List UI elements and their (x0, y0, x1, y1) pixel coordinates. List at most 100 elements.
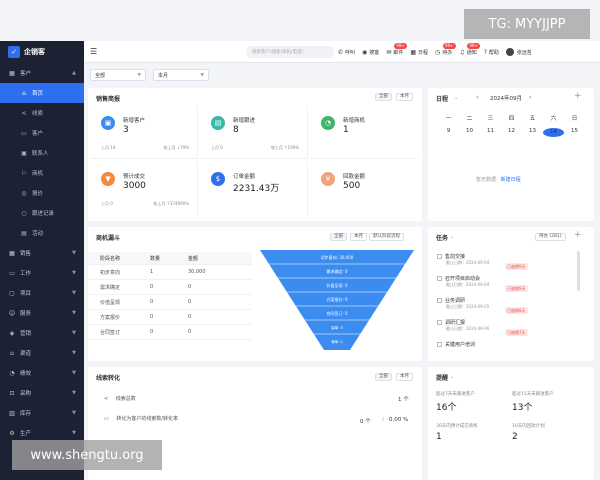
stage-name: 初步意向 (100, 269, 121, 276)
leads-row-label: 线索总数 (115, 396, 136, 402)
period-select[interactable]: 本月 ▼ (153, 69, 209, 81)
todo-button[interactable]: ◷ 待办 99+ (435, 42, 456, 56)
sidebar-item-contacts[interactable]: ▣ 联系人 (0, 143, 84, 163)
sidebar-group-channel[interactable]: ⌂ 渠道 ▼ (0, 343, 84, 363)
filter-month-pill[interactable]: 本月 (350, 233, 367, 241)
filter-month-pill[interactable]: 本月 (396, 373, 413, 381)
sidebar-item-quotes[interactable]: ◎ 报价 (0, 183, 84, 203)
task-item[interactable]: 业务调研 截止日期：2024-09-05 (437, 297, 489, 310)
chevron-down-icon[interactable]: ⌄ (450, 234, 454, 240)
funnel-band-label: 方案报价: 0 (326, 296, 348, 302)
brand[interactable]: ✓ 企销客 (0, 41, 84, 63)
sidebar-item-followups[interactable]: ○ 跟进记录 (0, 203, 84, 223)
sidebar-item-leads[interactable]: < 线索 (0, 103, 84, 123)
filter-month-pill[interactable]: 本月 (396, 93, 413, 101)
task-item[interactable]: 售前交接 截止日期：2024-09-04 (437, 253, 489, 266)
global-search-input[interactable]: 搜索客户/线索/商机/电话/... (246, 46, 334, 58)
kpi-new-followups[interactable]: ▤ 新增跟进 8 上月 0 较上月 ↑100% (201, 106, 308, 159)
chevron-down-icon[interactable]: ⌄ (450, 374, 454, 380)
notification-button[interactable]: ♫ 通知 99+ (459, 42, 480, 56)
help-button[interactable]: ? 帮助 (484, 49, 499, 56)
sidebar-group-work[interactable]: ▭ 工作 ▼ (0, 263, 84, 283)
sidebar-group-service[interactable]: ☺ 服务 ▼ (0, 303, 84, 323)
call-button[interactable]: ✆ 呼叫 (338, 49, 355, 56)
calendar-month: 2024年09月 (490, 96, 522, 102)
calendar-button[interactable]: ▦ 日程 (410, 49, 428, 56)
kpi-value: 2231.43万 (233, 184, 280, 194)
calendar-day[interactable]: 11 (480, 128, 501, 137)
sidebar-group-label: 库存 (20, 411, 32, 417)
sidebar-group-stock[interactable]: ▥ 库存 ▼ (0, 403, 84, 423)
sidebar-item-opportunities[interactable]: ⚐ 商机 (0, 163, 84, 183)
reminder-item[interactable]: 10天内回款计划 2 (512, 423, 545, 442)
task-scrollbar[interactable] (577, 251, 580, 291)
chevron-down-icon[interactable]: ⌄ (454, 95, 458, 101)
filter-all-pill[interactable]: 全部 (375, 373, 392, 381)
kpi-new-customers[interactable]: ▣ 新增客户 3 上月 14 较上月 ↓79% (91, 106, 198, 159)
phone-icon: ✆ (338, 48, 344, 56)
filter-all-pill[interactable]: 全部 (375, 93, 392, 101)
calendar-day[interactable]: 12 (501, 128, 522, 137)
calendar-day[interactable]: 15 (564, 128, 585, 137)
watermark-text: TG: MYYJJPP (488, 16, 566, 32)
user-menu[interactable]: 张远哲 (505, 48, 532, 56)
mail-button[interactable]: ✉ 邮件 99+ (386, 42, 407, 56)
sidebar-group-purchase[interactable]: ⊡ 采购 ▼ (0, 383, 84, 403)
task-filter-select[interactable]: 待办 (281) (535, 233, 566, 241)
chevron-up-icon: ▲ (72, 70, 76, 76)
overdue-badge: 已逾期7天 (505, 329, 528, 336)
sidebar-group-project[interactable]: ▢ 项目 ▼ (0, 283, 84, 303)
sidebar-group-sales[interactable]: ▦ 销售 ▼ (0, 243, 84, 263)
search-customer-button[interactable]: ◉ 搜客 (362, 49, 379, 56)
calendar-day[interactable]: 9 (438, 128, 459, 137)
new-schedule-link[interactable]: 新建日程 (501, 177, 521, 183)
calendar-day-today[interactable]: 14 (543, 128, 564, 137)
kpi-expected-deals[interactable]: ▼ 预计成交 3000 上月 0 较上月 ↑374900% (91, 162, 198, 215)
stage-count: 0 (150, 314, 154, 320)
chevron-down-icon: ▼ (72, 370, 76, 376)
task-item[interactable]: 调研汇报 截止日期：2024-09-06 (437, 319, 489, 332)
weekday: 六 (550, 116, 557, 122)
sidebar-item-customers[interactable]: ▭ 客户 (0, 123, 84, 143)
sidebar-group-customer[interactable]: ▦ 客户 ▲ (0, 63, 84, 83)
kpi-new-opportunities[interactable]: ◔ 新增商机 1 (311, 106, 418, 159)
stage-flow-select[interactable]: 默认阶段流程 (369, 233, 404, 241)
sidebar-item-home[interactable]: ⌂ 首页 (0, 83, 84, 103)
task-item[interactable]: 召开项目启动会 截止日期：2024-09-04 (437, 275, 489, 288)
sidebar-item-activities[interactable]: ▤ 活动 (0, 223, 84, 243)
task-checkbox[interactable] (437, 320, 442, 325)
table-row[interactable]: 初步意向 1 30,000 (88, 265, 252, 280)
menu-toggle-icon[interactable]: ☰ (90, 47, 100, 56)
task-checkbox[interactable] (437, 298, 442, 303)
sidebar-group-marketing[interactable]: ◈ 营销 ▼ (0, 323, 84, 343)
add-task-icon[interactable]: + (574, 230, 582, 240)
weekday: 二 (466, 116, 473, 122)
kpi-order-amount[interactable]: $ 订单金额 2231.43万 (201, 162, 308, 215)
prev-month-icon[interactable]: ‹ (476, 94, 478, 101)
calendar-day[interactable]: 13 (522, 128, 543, 137)
task-checkbox[interactable] (437, 342, 442, 347)
table-row[interactable]: 合同签订 0 0 (88, 325, 252, 340)
table-row[interactable]: 方案报价 0 0 (88, 310, 252, 325)
kpi-foot-right: 较上月 ↑100% (270, 145, 299, 150)
sidebar-group-performance[interactable]: ◔ 绩效 ▼ (0, 363, 84, 383)
funnel-band-label: 初步意向: 30,000 (321, 254, 354, 260)
add-schedule-icon[interactable]: + (574, 91, 582, 101)
table-row[interactable]: 价值呈现 0 0 (88, 295, 252, 310)
reminder-item[interactable]: 超过15天未跟进客户 13个 (512, 391, 554, 413)
filter-all-pill[interactable]: 全部 (330, 233, 347, 241)
calendar-day[interactable]: 10 (459, 128, 480, 137)
next-month-icon[interactable]: › (529, 94, 531, 101)
funnel-chart: 初步意向: 30,000 需求确定: 0 价值呈现: 0 方案报价: 0 合同签… (260, 250, 414, 350)
chevron-down-icon: ▼ (72, 310, 76, 316)
task-checkbox[interactable] (437, 276, 442, 281)
task-item[interactable]: 关键用户培训 (437, 341, 475, 348)
reminder-item[interactable]: 30天内预计成交商机 1 (436, 423, 478, 442)
kpi-value: 8 (233, 125, 239, 135)
reminder-item[interactable]: 超过7天未跟进客户 16个 (436, 391, 475, 413)
scope-select[interactable]: 全部 ▼ (90, 69, 146, 81)
kpi-payment-amount[interactable]: ¥ 回款金额 500 (311, 162, 418, 215)
table-row[interactable]: 需求确定 0 0 (88, 280, 252, 295)
kpi-label: 新增商机 (343, 118, 366, 124)
task-checkbox[interactable] (437, 254, 442, 259)
